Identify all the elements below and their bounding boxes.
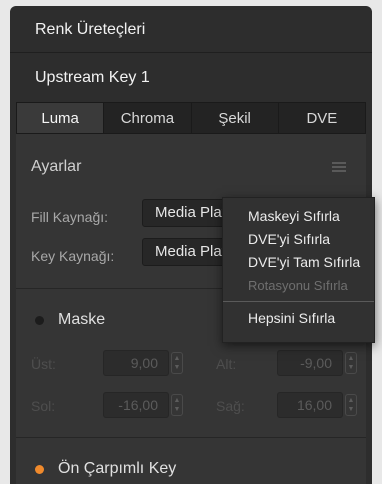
fill-source-label: Fill Kaynağı:: [31, 209, 109, 225]
tab-sekil[interactable]: Şekil: [190, 103, 278, 133]
menu-item-reset-rotation: Rotasyonu Sıfırla: [248, 278, 348, 293]
menu-item-reset-dve[interactable]: DVE'yi Sıfırla: [223, 228, 374, 251]
menu-item-reset-all[interactable]: Hepsini Sıfırla: [223, 307, 374, 330]
mask-bottom-label: Alt:: [216, 356, 237, 372]
mask-right-stepper[interactable]: ▲ ▼: [345, 394, 357, 416]
mask-toggle-indicator[interactable]: [35, 316, 44, 325]
mask-right-label: Sağ:: [216, 398, 245, 414]
mask-bottom-stepper[interactable]: ▲ ▼: [345, 352, 357, 374]
section-divider-2: [16, 437, 366, 438]
mask-top-stepper[interactable]: ▲ ▼: [171, 352, 183, 374]
mask-top-label: Üst:: [31, 356, 56, 372]
menu-item-full-reset-dve[interactable]: DVE'yi Tam Sıfırla: [223, 251, 374, 274]
settings-title: Ayarlar: [31, 158, 82, 175]
tab-dve[interactable]: DVE: [277, 103, 365, 133]
menu-item-reset-mask[interactable]: Maskeyi Sıfırla: [223, 205, 374, 228]
menu-separator: [223, 301, 374, 302]
panel-title[interactable]: Renk Üreteçleri: [10, 6, 372, 53]
key-tabs: Luma Chroma Şekil DVE: [16, 102, 366, 134]
mask-label[interactable]: Maske: [58, 311, 105, 329]
context-menu: Maskeyi Sıfırla DVE'yi Sıfırla DVE'yi Ta…: [222, 197, 375, 343]
mask-left-label: Sol:: [31, 398, 56, 414]
mask-bottom-field[interactable]: -9,00: [277, 350, 343, 376]
key-title[interactable]: Upstream Key 1: [10, 54, 372, 101]
mask-left-stepper[interactable]: ▲ ▼: [171, 394, 183, 416]
premultiplied-toggle-indicator[interactable]: [35, 465, 44, 474]
mask-right-field[interactable]: 16,00: [277, 392, 343, 418]
key-source-label: Key Kaynağı:: [31, 248, 115, 264]
tab-luma[interactable]: Luma: [17, 103, 104, 133]
tab-chroma[interactable]: Chroma: [103, 103, 191, 133]
premultiplied-key-label[interactable]: Ön Çarpımlı Key: [58, 460, 176, 478]
mask-left-field[interactable]: -16,00: [103, 392, 169, 418]
mask-top-field[interactable]: 9,00: [103, 350, 169, 376]
hamburger-menu-icon[interactable]: [332, 162, 346, 172]
